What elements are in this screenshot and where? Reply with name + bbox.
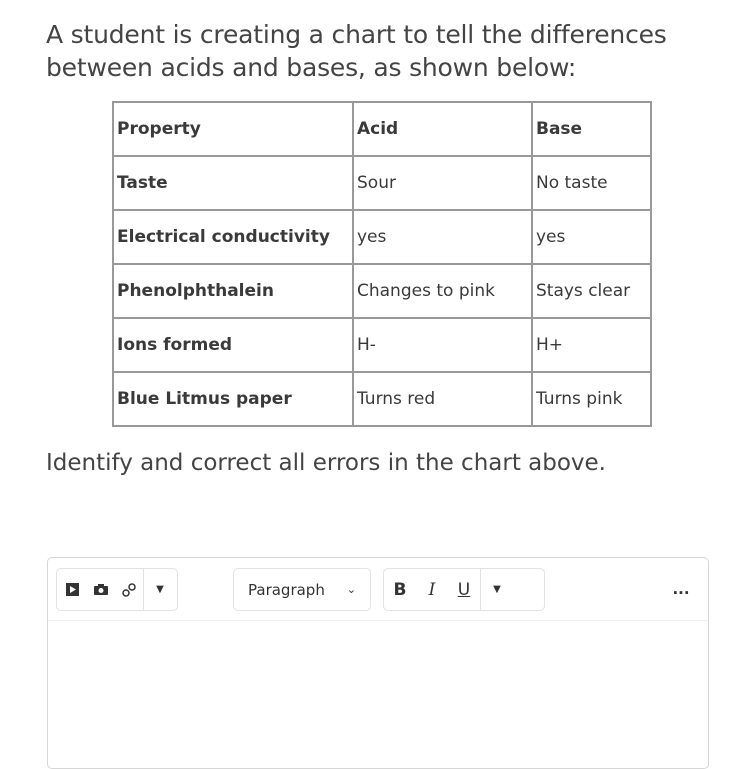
text-style-more-dropdown[interactable]: ▼ [481, 569, 513, 610]
rich-text-editor[interactable]: ▼ Paragraph ⌄ B I U ▼ ... [47, 557, 709, 769]
insert-link-button[interactable] [115, 569, 143, 610]
text-style-group: B I U ▼ [383, 568, 545, 611]
cell: Phenolphthalein [112, 263, 354, 319]
table-row: Blue Litmus paper Turns red Turns pink [112, 371, 652, 427]
cell: Stays clear [531, 263, 652, 319]
cell: yes [352, 209, 533, 265]
insert-more-dropdown[interactable]: ▼ [144, 569, 176, 610]
video-icon [65, 583, 79, 596]
insert-image-button[interactable] [87, 569, 115, 610]
table-row: Taste Sour No taste [112, 155, 652, 211]
cell: Ions formed [112, 317, 354, 373]
table-header-row: Property Acid Base [112, 101, 652, 157]
header-property: Property [112, 101, 354, 157]
camera-icon [94, 584, 108, 595]
acid-base-table: Property Acid Base Taste Sour No taste Ele… [112, 101, 652, 427]
caret-down-icon: ▼ [156, 584, 164, 595]
insert-video-button[interactable] [57, 569, 87, 610]
cell: Changes to pink [352, 263, 533, 319]
cell: Turns red [352, 371, 533, 427]
header-base: Base [531, 101, 652, 157]
question-text: A student is creating a chart to tell th… [46, 20, 667, 82]
cell: Taste [112, 155, 354, 211]
cell: No taste [531, 155, 652, 211]
cell: Blue Litmus paper [112, 371, 354, 427]
header-acid: Acid [352, 101, 533, 157]
instruction-text: Identify and correct all errors in the c… [46, 450, 606, 476]
insert-group: ▼ [56, 568, 178, 611]
bold-button[interactable]: B [384, 569, 416, 610]
cell: Turns pink [531, 371, 652, 427]
cell: Sour [352, 155, 533, 211]
table-row: Phenolphthalein Changes to pink Stays clea… [112, 263, 652, 319]
cell: Electrical conductivity [112, 209, 354, 265]
cell: H+ [531, 317, 652, 373]
block-format-select[interactable]: Paragraph ⌄ [234, 569, 370, 610]
cell: H- [352, 317, 533, 373]
table-row: Electrical conductivity yes yes [112, 209, 652, 265]
underline-button[interactable]: U [448, 569, 480, 610]
italic-button[interactable]: I [416, 569, 448, 610]
cell: yes [531, 209, 652, 265]
block-format-value: Paragraph [248, 580, 325, 599]
more-options-button[interactable]: ... [666, 568, 696, 609]
table-row: Ions formed H- H+ [112, 317, 652, 373]
link-icon [122, 582, 136, 597]
format-group: Paragraph ⌄ [233, 568, 371, 611]
chevron-down-icon: ⌄ [346, 583, 356, 596]
toolbar-divider [48, 620, 708, 621]
caret-down-icon: ▼ [493, 584, 501, 595]
